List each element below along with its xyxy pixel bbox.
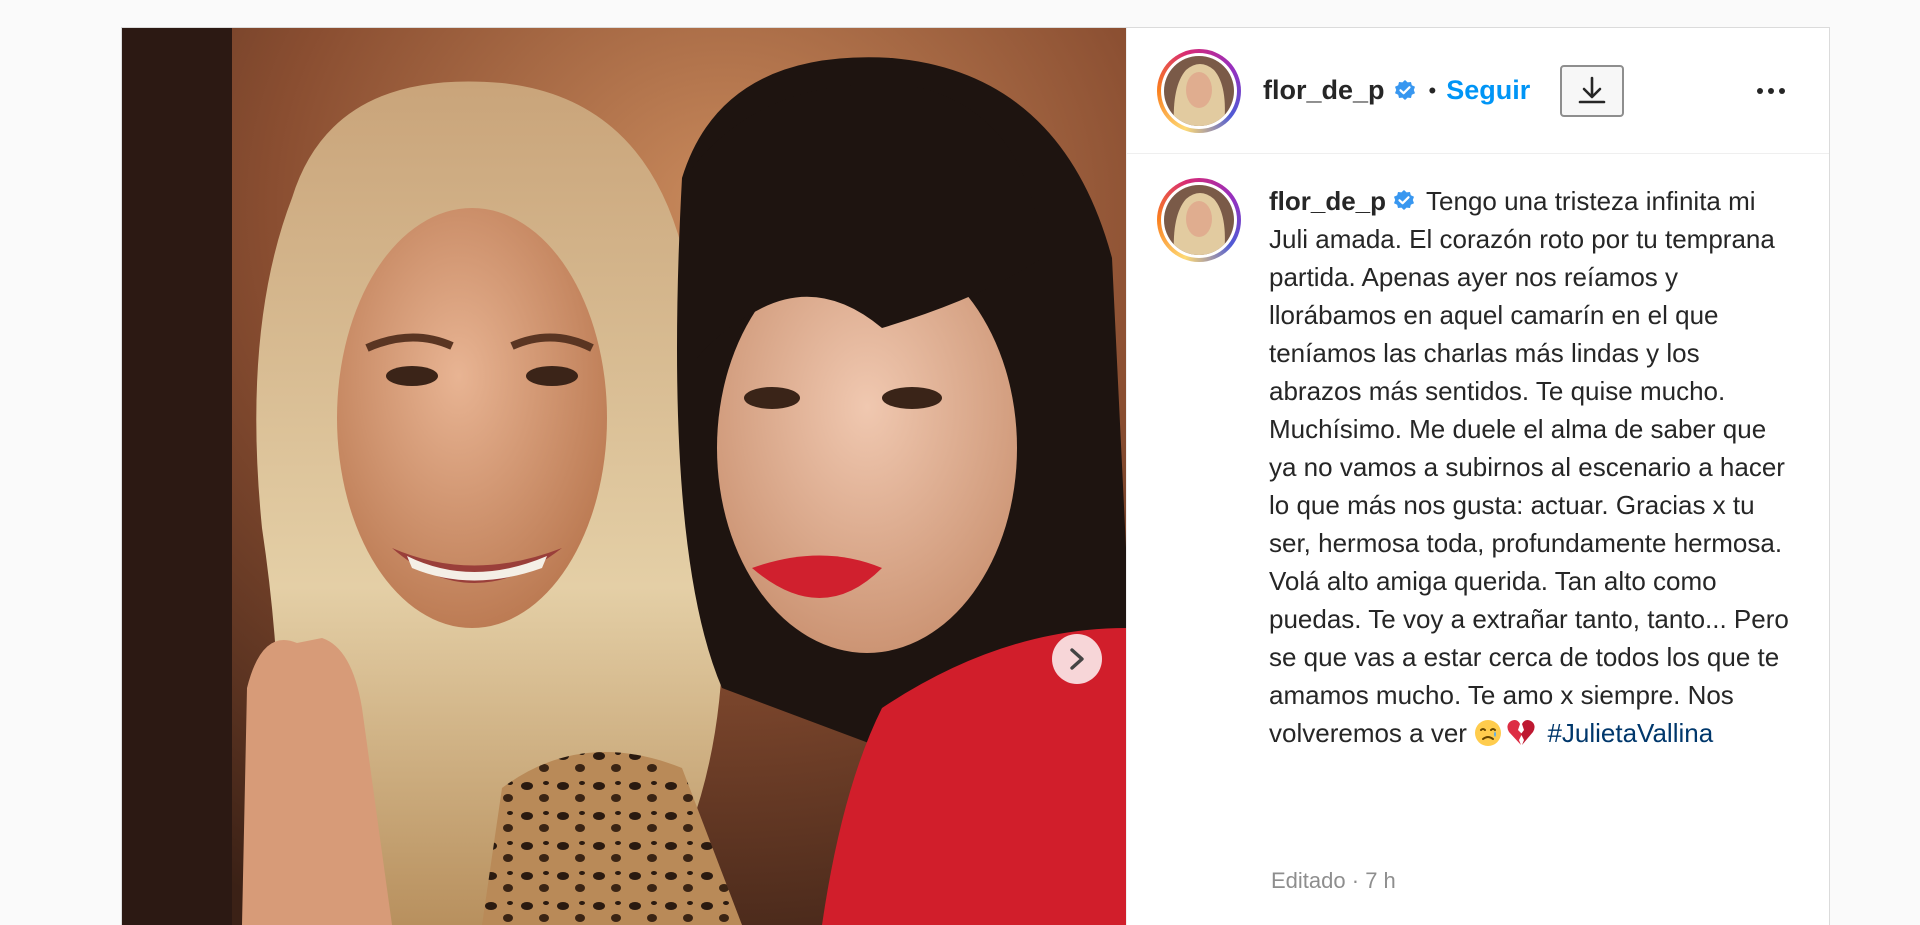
meta-dot: · [1351,868,1360,893]
post-photo[interactable] [122,28,1126,925]
edited-label: Editado [1271,868,1346,893]
download-button[interactable] [1560,64,1625,117]
caption-avatar[interactable] [1157,178,1241,262]
broken-heart-emoji [1506,719,1536,757]
instagram-post: flor_de_p • Seguir flor_de_p Tengo una t… [121,27,1830,925]
caption-username[interactable]: flor_de_p [1269,186,1386,216]
profile-photo [1164,55,1234,126]
next-image-button[interactable] [1052,634,1102,684]
more-options-icon[interactable] [1753,80,1789,102]
verified-badge-icon [1392,189,1416,213]
post-caption: flor_de_p Tengo una tristeza infinita mi… [1269,182,1789,757]
download-icon [1578,76,1606,103]
chevron-right-icon [1070,648,1084,670]
follow-button[interactable]: Seguir [1446,75,1530,106]
post-meta: Editado · 7 h [1271,868,1396,894]
profile-photo [1164,185,1234,255]
post-side-panel: flor_de_p • Seguir flor_de_p Tengo una t… [1126,28,1829,925]
photo-two-women-embracing [122,28,1126,925]
timestamp[interactable]: 7 h [1365,868,1396,893]
post-header: flor_de_p • Seguir [1127,28,1829,154]
username[interactable]: flor_de_p [1263,75,1385,106]
separator-dot: • [1428,77,1437,103]
verified-badge-icon [1393,79,1417,103]
sad-relieved-face-emoji [1474,719,1502,757]
avatar[interactable] [1157,48,1241,133]
caption-text: Tengo una tristeza infinita mi Juli amad… [1269,186,1789,748]
hashtag-link[interactable]: #JulietaVallina [1547,718,1713,748]
caption-row: flor_de_p Tengo una tristeza infinita mi… [1127,154,1829,757]
